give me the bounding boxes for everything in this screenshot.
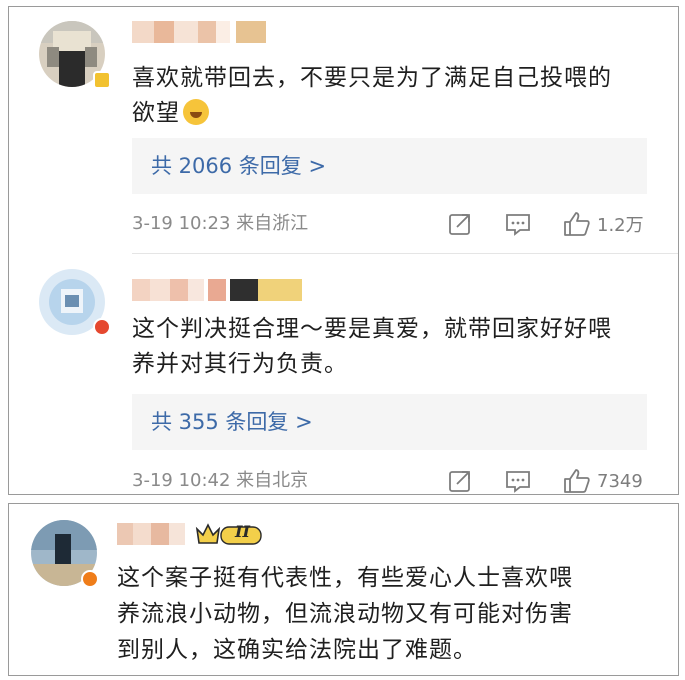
verified-badge-icon (81, 570, 99, 588)
username-blurred[interactable] (117, 523, 187, 545)
comment-text-line: 这个案子挺有代表性，有些爱心人士喜欢喂 (117, 565, 573, 591)
thumbs-up-icon (564, 212, 590, 236)
verified-badge-icon (93, 318, 111, 336)
comment-text: 这个判决挺合理～要是真爱，就带回家好好喂 养并对其行为负责。 (132, 312, 612, 382)
comment-panel-bottom: II 这个案子挺有代表性，有些爱心人士喜欢喂 养流浪小动物，但流浪动物又有可能对… (8, 503, 679, 676)
share-button[interactable] (448, 466, 472, 496)
timestamp-location: 3-19 10:23 来自浙江 (132, 213, 309, 234)
vip-level-badge: II (195, 521, 265, 547)
comment-text-line: 养并对其行为负责。 (132, 351, 348, 377)
comment-text-line: 这个判决挺合理～要是真爱，就带回家好好喂 (132, 316, 612, 342)
comment-button[interactable] (505, 209, 531, 239)
thumbs-up-icon (564, 469, 590, 493)
like-count: 1.2万 (597, 215, 644, 236)
comment-text: 喜欢就带回去，不要只是为了满足自己投喂的 欲望 (132, 61, 612, 131)
crown-icon (195, 523, 262, 545)
comment-meta: 3-19 10:23 来自浙江 1.2万 (132, 209, 678, 239)
laugh-cry-icon (183, 99, 209, 125)
comment-text-line: 养流浪小动物，但流浪动物又有可能对伤害 (117, 601, 573, 627)
view-replies-link[interactable]: 共 2066 条回复 > (132, 138, 647, 194)
timestamp-location: 3-19 10:42 来自北京 (132, 470, 309, 491)
like-button[interactable]: 1.2万 (563, 209, 644, 239)
comment-icon (506, 471, 530, 493)
like-button[interactable]: 7349 (563, 466, 643, 496)
comment-text: 这个案子挺有代表性，有些爱心人士喜欢喂 养流浪小动物，但流浪动物又有可能对伤害 … (117, 560, 573, 668)
divider (132, 253, 678, 254)
comment-text-line: 欲望 (132, 96, 612, 131)
username-blurred[interactable] (132, 21, 272, 43)
share-button[interactable] (448, 209, 472, 239)
vip-level-label: II (235, 522, 250, 541)
share-icon (449, 214, 470, 235)
comment-panel-top: 喜欢就带回去，不要只是为了满足自己投喂的 欲望 共 2066 条回复 > 3-1… (8, 6, 679, 495)
share-icon (449, 471, 470, 492)
like-count: 7349 (597, 470, 643, 492)
comment-button[interactable] (505, 466, 531, 496)
comment-text-line: 喜欢就带回去，不要只是为了满足自己投喂的 (132, 65, 612, 91)
view-replies-link[interactable]: 共 355 条回复 > (132, 394, 647, 450)
comment-meta: 3-19 10:42 来自北京 7349 (132, 466, 678, 496)
member-badge-icon (93, 71, 111, 89)
comment-text-line: 到别人，这确实给法院出了难题。 (117, 637, 477, 663)
comment-icon (506, 214, 530, 236)
username-blurred[interactable] (132, 279, 304, 301)
